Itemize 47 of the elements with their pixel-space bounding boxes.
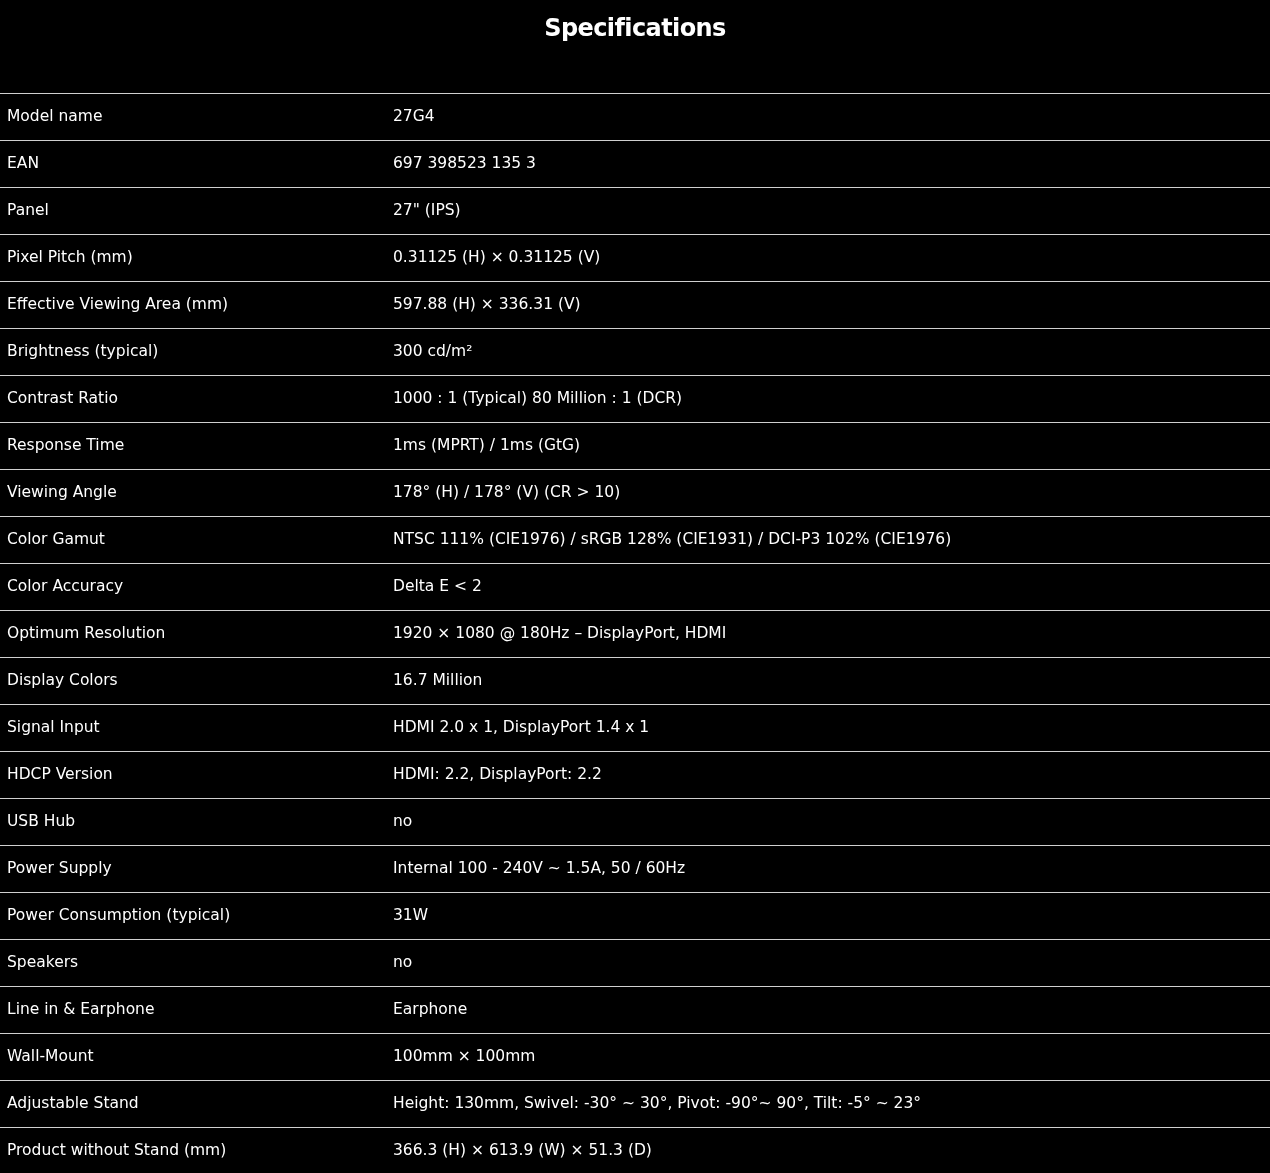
spec-label: Wall-Mount — [6, 1046, 95, 1068]
spec-label: Pixel Pitch (mm) — [6, 247, 134, 269]
spec-label: Color Accuracy — [6, 576, 125, 598]
spec-label: Model name — [6, 106, 104, 128]
spec-label: Power Consumption (typical) — [6, 905, 232, 927]
spec-value: 697 398523 135 3 — [393, 153, 536, 175]
spec-label: USB Hub — [6, 811, 77, 833]
spec-value: 1ms (MPRT) / 1ms (GtG) — [393, 435, 581, 457]
spec-label: Speakers — [6, 952, 80, 974]
spec-label: Response Time — [6, 435, 126, 457]
spec-label: Optimum Resolution — [6, 623, 167, 645]
spec-value: 178° (H) / 178° (V) (CR > 10) — [393, 482, 621, 504]
spec-value: 300 cd/m² — [393, 341, 473, 363]
spec-label: Product without Stand (mm) — [6, 1140, 228, 1162]
spec-value: Height: 130mm, Swivel: -30° ~ 30°, Pivot: -90°~ 90°, Tilt: -5° ~ 23° — [393, 1093, 922, 1115]
spec-label: Color Gamut — [6, 529, 106, 551]
spec-value: Earphone — [393, 999, 468, 1021]
spec-value: HDMI: 2.2, DisplayPort: 2.2 — [393, 764, 602, 786]
spec-label: Signal Input — [6, 717, 101, 739]
spec-value: 1920 × 1080 @ 180Hz – DisplayPort, HDMI — [393, 623, 727, 645]
spec-value: 597.88 (H) × 336.31 (V) — [393, 294, 581, 316]
spec-label: Panel — [6, 200, 50, 222]
spec-value: HDMI 2.0 x 1, DisplayPort 1.4 x 1 — [393, 717, 650, 739]
spec-value: 100mm × 100mm — [393, 1046, 536, 1068]
spec-label: Adjustable Stand — [6, 1093, 140, 1115]
page-title: Specifications — [544, 13, 726, 44]
spec-value: no — [393, 952, 413, 974]
spec-label: Display Colors — [6, 670, 119, 692]
spec-value: NTSC 111% (CIE1976) / sRGB 128% (CIE1931) / DCI-P3 102% (CIE1976) — [393, 529, 952, 551]
spec-label: EAN — [6, 153, 40, 175]
spec-value: 27" (IPS) — [393, 200, 461, 222]
spec-value: 0.31125 (H) × 0.31125 (V) — [393, 247, 601, 269]
spec-value: 1000 : 1 (Typical) 80 Million : 1 (DCR) — [393, 388, 683, 410]
spec-label: Line in & Earphone — [6, 999, 156, 1021]
spec-value: no — [393, 811, 413, 833]
spec-value: 27G4 — [393, 106, 435, 128]
spec-label: Contrast Ratio — [6, 388, 119, 410]
spec-value: Delta E < 2 — [393, 576, 482, 598]
spec-value: Internal 100 - 240V ~ 1.5A, 50 / 60Hz — [393, 858, 686, 880]
spec-label: HDCP Version — [6, 764, 114, 786]
spec-value: 366.3 (H) × 613.9 (W) × 51.3 (D) — [393, 1140, 652, 1162]
spec-value: 31W — [393, 905, 429, 927]
spec-label: Effective Viewing Area (mm) — [6, 294, 230, 316]
spec-label: Viewing Angle — [6, 482, 118, 504]
spec-label: Brightness (typical) — [6, 341, 160, 363]
spec-label: Power Supply — [6, 858, 113, 880]
spec-value: 16.7 Million — [393, 670, 483, 692]
